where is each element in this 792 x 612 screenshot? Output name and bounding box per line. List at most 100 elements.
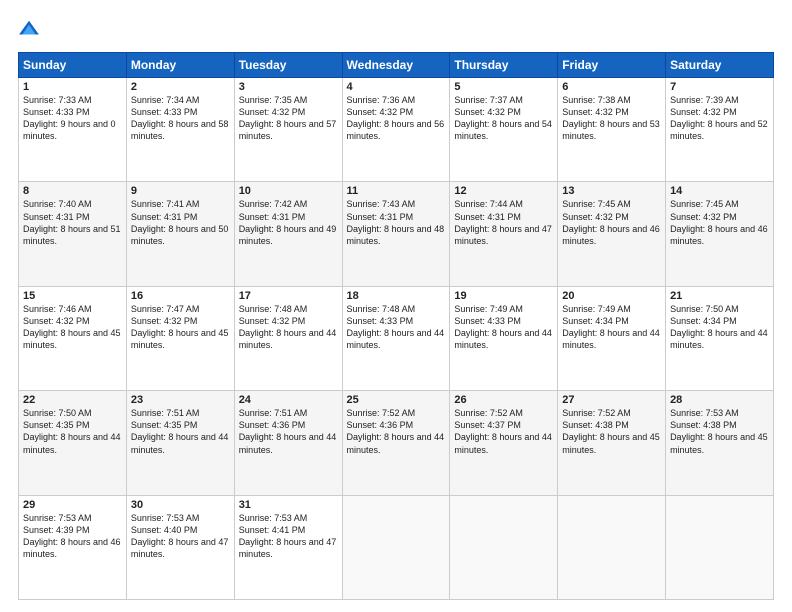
cell-details: Sunrise: 7:36 AMSunset: 4:32 PMDaylight:… — [347, 95, 445, 141]
day-number: 1 — [23, 81, 122, 93]
cell-details: Sunrise: 7:42 AMSunset: 4:31 PMDaylight:… — [239, 199, 337, 245]
cell-details: Sunrise: 7:46 AMSunset: 4:32 PMDaylight:… — [23, 304, 121, 350]
header — [18, 18, 774, 42]
calendar-cell: 22 Sunrise: 7:50 AMSunset: 4:35 PMDaylig… — [19, 391, 127, 495]
cell-details: Sunrise: 7:38 AMSunset: 4:32 PMDaylight:… — [562, 95, 660, 141]
day-number: 9 — [131, 185, 230, 197]
day-number: 23 — [131, 394, 230, 406]
calendar-cell: 28 Sunrise: 7:53 AMSunset: 4:38 PMDaylig… — [666, 391, 774, 495]
day-number: 6 — [562, 81, 661, 93]
calendar-cell — [450, 495, 558, 599]
calendar-cell: 21 Sunrise: 7:50 AMSunset: 4:34 PMDaylig… — [666, 286, 774, 390]
cell-details: Sunrise: 7:45 AMSunset: 4:32 PMDaylight:… — [670, 199, 768, 245]
calendar-cell: 20 Sunrise: 7:49 AMSunset: 4:34 PMDaylig… — [558, 286, 666, 390]
day-number: 12 — [454, 185, 553, 197]
col-header-sunday: Sunday — [19, 53, 127, 78]
cell-details: Sunrise: 7:48 AMSunset: 4:32 PMDaylight:… — [239, 304, 337, 350]
day-number: 4 — [347, 81, 446, 93]
cell-details: Sunrise: 7:40 AMSunset: 4:31 PMDaylight:… — [23, 199, 121, 245]
calendar-cell: 18 Sunrise: 7:48 AMSunset: 4:33 PMDaylig… — [342, 286, 450, 390]
col-header-wednesday: Wednesday — [342, 53, 450, 78]
cell-details: Sunrise: 7:53 AMSunset: 4:40 PMDaylight:… — [131, 513, 229, 559]
day-number: 16 — [131, 290, 230, 302]
calendar-cell: 5 Sunrise: 7:37 AMSunset: 4:32 PMDayligh… — [450, 78, 558, 182]
calendar-cell: 2 Sunrise: 7:34 AMSunset: 4:33 PMDayligh… — [126, 78, 234, 182]
calendar-cell: 26 Sunrise: 7:52 AMSunset: 4:37 PMDaylig… — [450, 391, 558, 495]
cell-details: Sunrise: 7:51 AMSunset: 4:36 PMDaylight:… — [239, 408, 337, 454]
calendar-cell: 29 Sunrise: 7:53 AMSunset: 4:39 PMDaylig… — [19, 495, 127, 599]
calendar-cell: 27 Sunrise: 7:52 AMSunset: 4:38 PMDaylig… — [558, 391, 666, 495]
day-number: 5 — [454, 81, 553, 93]
calendar-cell: 23 Sunrise: 7:51 AMSunset: 4:35 PMDaylig… — [126, 391, 234, 495]
calendar-cell: 14 Sunrise: 7:45 AMSunset: 4:32 PMDaylig… — [666, 182, 774, 286]
cell-details: Sunrise: 7:33 AMSunset: 4:33 PMDaylight:… — [23, 95, 116, 141]
cell-details: Sunrise: 7:50 AMSunset: 4:35 PMDaylight:… — [23, 408, 121, 454]
calendar-cell: 30 Sunrise: 7:53 AMSunset: 4:40 PMDaylig… — [126, 495, 234, 599]
calendar-cell: 6 Sunrise: 7:38 AMSunset: 4:32 PMDayligh… — [558, 78, 666, 182]
day-number: 18 — [347, 290, 446, 302]
calendar-cell: 4 Sunrise: 7:36 AMSunset: 4:32 PMDayligh… — [342, 78, 450, 182]
cell-details: Sunrise: 7:39 AMSunset: 4:32 PMDaylight:… — [670, 95, 768, 141]
week-row-3: 15 Sunrise: 7:46 AMSunset: 4:32 PMDaylig… — [19, 286, 774, 390]
day-number: 2 — [131, 81, 230, 93]
day-number: 17 — [239, 290, 338, 302]
cell-details: Sunrise: 7:53 AMSunset: 4:41 PMDaylight:… — [239, 513, 337, 559]
week-row-5: 29 Sunrise: 7:53 AMSunset: 4:39 PMDaylig… — [19, 495, 774, 599]
calendar-cell — [342, 495, 450, 599]
col-header-monday: Monday — [126, 53, 234, 78]
day-number: 7 — [670, 81, 769, 93]
calendar-cell: 10 Sunrise: 7:42 AMSunset: 4:31 PMDaylig… — [234, 182, 342, 286]
day-number: 25 — [347, 394, 446, 406]
calendar-header-row: SundayMondayTuesdayWednesdayThursdayFrid… — [19, 53, 774, 78]
calendar-cell: 24 Sunrise: 7:51 AMSunset: 4:36 PMDaylig… — [234, 391, 342, 495]
calendar-cell — [666, 495, 774, 599]
calendar-cell: 19 Sunrise: 7:49 AMSunset: 4:33 PMDaylig… — [450, 286, 558, 390]
week-row-4: 22 Sunrise: 7:50 AMSunset: 4:35 PMDaylig… — [19, 391, 774, 495]
cell-details: Sunrise: 7:44 AMSunset: 4:31 PMDaylight:… — [454, 199, 552, 245]
calendar-cell: 8 Sunrise: 7:40 AMSunset: 4:31 PMDayligh… — [19, 182, 127, 286]
cell-details: Sunrise: 7:50 AMSunset: 4:34 PMDaylight:… — [670, 304, 768, 350]
day-number: 10 — [239, 185, 338, 197]
col-header-thursday: Thursday — [450, 53, 558, 78]
day-number: 24 — [239, 394, 338, 406]
cell-details: Sunrise: 7:43 AMSunset: 4:31 PMDaylight:… — [347, 199, 445, 245]
calendar-cell: 31 Sunrise: 7:53 AMSunset: 4:41 PMDaylig… — [234, 495, 342, 599]
cell-details: Sunrise: 7:49 AMSunset: 4:33 PMDaylight:… — [454, 304, 552, 350]
day-number: 13 — [562, 185, 661, 197]
calendar-cell: 9 Sunrise: 7:41 AMSunset: 4:31 PMDayligh… — [126, 182, 234, 286]
day-number: 11 — [347, 185, 446, 197]
day-number: 15 — [23, 290, 122, 302]
day-number: 27 — [562, 394, 661, 406]
cell-details: Sunrise: 7:47 AMSunset: 4:32 PMDaylight:… — [131, 304, 229, 350]
cell-details: Sunrise: 7:53 AMSunset: 4:39 PMDaylight:… — [23, 513, 121, 559]
cell-details: Sunrise: 7:53 AMSunset: 4:38 PMDaylight:… — [670, 408, 768, 454]
cell-details: Sunrise: 7:34 AMSunset: 4:33 PMDaylight:… — [131, 95, 229, 141]
cell-details: Sunrise: 7:52 AMSunset: 4:36 PMDaylight:… — [347, 408, 445, 454]
cell-details: Sunrise: 7:52 AMSunset: 4:37 PMDaylight:… — [454, 408, 552, 454]
calendar-cell: 17 Sunrise: 7:48 AMSunset: 4:32 PMDaylig… — [234, 286, 342, 390]
week-row-1: 1 Sunrise: 7:33 AMSunset: 4:33 PMDayligh… — [19, 78, 774, 182]
calendar-cell: 16 Sunrise: 7:47 AMSunset: 4:32 PMDaylig… — [126, 286, 234, 390]
cell-details: Sunrise: 7:49 AMSunset: 4:34 PMDaylight:… — [562, 304, 660, 350]
week-row-2: 8 Sunrise: 7:40 AMSunset: 4:31 PMDayligh… — [19, 182, 774, 286]
logo — [18, 18, 42, 42]
calendar-cell: 13 Sunrise: 7:45 AMSunset: 4:32 PMDaylig… — [558, 182, 666, 286]
calendar-cell: 7 Sunrise: 7:39 AMSunset: 4:32 PMDayligh… — [666, 78, 774, 182]
day-number: 3 — [239, 81, 338, 93]
day-number: 14 — [670, 185, 769, 197]
cell-details: Sunrise: 7:45 AMSunset: 4:32 PMDaylight:… — [562, 199, 660, 245]
cell-details: Sunrise: 7:37 AMSunset: 4:32 PMDaylight:… — [454, 95, 552, 141]
calendar-cell: 12 Sunrise: 7:44 AMSunset: 4:31 PMDaylig… — [450, 182, 558, 286]
logo-icon — [18, 18, 40, 40]
day-number: 20 — [562, 290, 661, 302]
page: SundayMondayTuesdayWednesdayThursdayFrid… — [0, 0, 792, 612]
calendar-cell: 1 Sunrise: 7:33 AMSunset: 4:33 PMDayligh… — [19, 78, 127, 182]
calendar-table: SundayMondayTuesdayWednesdayThursdayFrid… — [18, 52, 774, 600]
day-number: 22 — [23, 394, 122, 406]
cell-details: Sunrise: 7:35 AMSunset: 4:32 PMDaylight:… — [239, 95, 337, 141]
col-header-friday: Friday — [558, 53, 666, 78]
col-header-tuesday: Tuesday — [234, 53, 342, 78]
cell-details: Sunrise: 7:52 AMSunset: 4:38 PMDaylight:… — [562, 408, 660, 454]
calendar-cell — [558, 495, 666, 599]
day-number: 21 — [670, 290, 769, 302]
